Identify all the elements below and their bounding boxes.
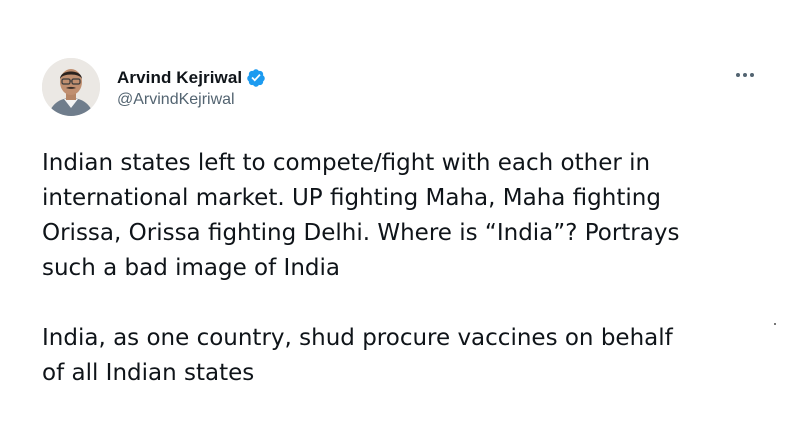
tweet-header: Arvind Kejriwal @ArvindKejriwal: [42, 58, 266, 116]
more-dot: [736, 73, 740, 77]
more-options-icon[interactable]: [733, 66, 757, 84]
tweet-text: Indian states left to compete/fight with…: [42, 146, 762, 391]
avatar-photo-icon: [42, 58, 100, 116]
more-dot: [743, 73, 747, 77]
scroll-dot: [774, 323, 776, 325]
tweet-card: Arvind Kejriwal @ArvindKejriwal Indian s…: [0, 0, 795, 447]
more-dot: [750, 73, 754, 77]
author-handle[interactable]: @ArvindKejriwal: [117, 91, 266, 109]
author-names: Arvind Kejriwal @ArvindKejriwal: [117, 66, 266, 109]
author-display-name[interactable]: Arvind Kejriwal: [117, 68, 242, 88]
tweet-paragraph-1: Indian states left to compete/fight with…: [42, 150, 680, 281]
tweet-paragraph-2: India, as one country, shud procure vacc…: [42, 325, 673, 386]
verified-badge-icon: [246, 68, 266, 88]
name-row: Arvind Kejriwal: [117, 66, 266, 90]
author-avatar[interactable]: [42, 58, 100, 116]
